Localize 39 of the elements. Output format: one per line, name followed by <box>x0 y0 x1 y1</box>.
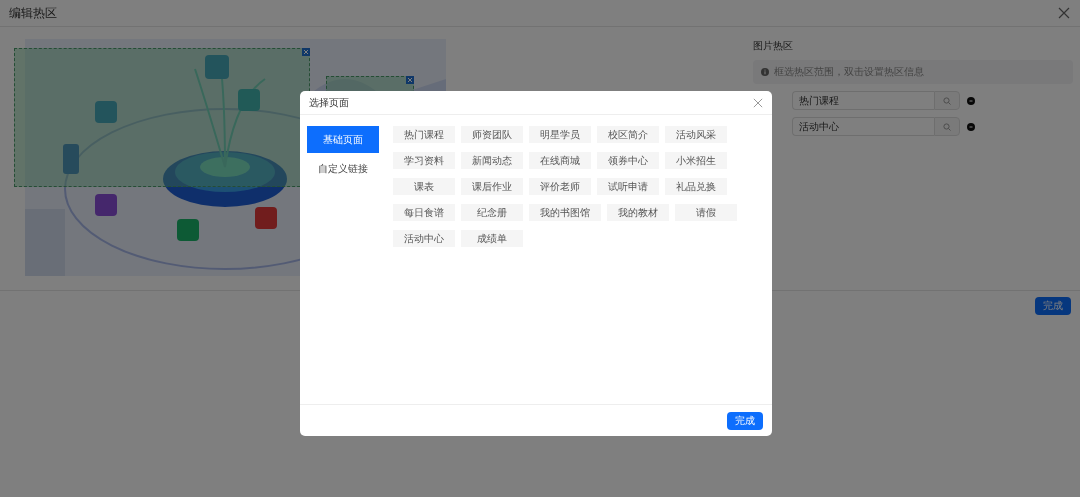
done-button[interactable]: 完成 <box>727 411 763 430</box>
page-option[interactable]: 纪念册 <box>461 204 523 221</box>
dialog-title: 选择页面 <box>309 95 349 110</box>
search-button[interactable] <box>934 91 960 110</box>
page-option[interactable]: 试听申请 <box>597 178 659 195</box>
page-option[interactable]: 在线商城 <box>529 152 591 169</box>
search-button[interactable] <box>934 117 960 136</box>
search-icon <box>943 96 951 105</box>
remove-icon[interactable] <box>967 96 975 105</box>
page-option[interactable]: 小米招生 <box>665 152 727 169</box>
page-option[interactable]: 活动风采 <box>665 126 727 143</box>
page-option[interactable]: 我的教材 <box>607 204 669 221</box>
page-option[interactable]: 评价老师 <box>529 178 591 195</box>
close-icon[interactable] <box>753 97 763 108</box>
page-option[interactable]: 课后作业 <box>461 178 523 195</box>
close-icon[interactable] <box>1058 7 1070 19</box>
tab[interactable]: 基础页面 <box>307 126 379 153</box>
page-option[interactable]: 新闻动态 <box>461 152 523 169</box>
search-icon <box>943 122 951 131</box>
page-option[interactable]: 课表 <box>393 178 455 195</box>
page-field[interactable]: 热门课程 <box>792 91 934 110</box>
page-option[interactable]: 每日食谱 <box>393 204 455 221</box>
info-icon <box>761 68 769 76</box>
page-field[interactable]: 活动中心 <box>792 117 934 136</box>
page-option[interactable]: 热门课程 <box>393 126 455 143</box>
page-title: 编辑热区 <box>9 4 57 22</box>
page-option[interactable]: 学习资料 <box>393 152 455 169</box>
page-option[interactable]: 明星学员 <box>529 126 591 143</box>
page-option[interactable]: 活动中心 <box>393 230 455 247</box>
panel-title: 图片热区 <box>753 39 794 53</box>
page-option[interactable]: 领券中心 <box>597 152 659 169</box>
remove-icon[interactable] <box>967 122 975 131</box>
tab[interactable]: 自定义链接 <box>307 155 379 182</box>
page-option[interactable]: 成绩单 <box>461 230 523 247</box>
page-option[interactable]: 校区简介 <box>597 126 659 143</box>
page-option[interactable]: 礼品兑换 <box>665 178 727 195</box>
page-option[interactable]: 师资团队 <box>461 126 523 143</box>
page-option[interactable]: 我的书图馆 <box>529 204 601 221</box>
page-option[interactable]: 请假 <box>675 204 737 221</box>
